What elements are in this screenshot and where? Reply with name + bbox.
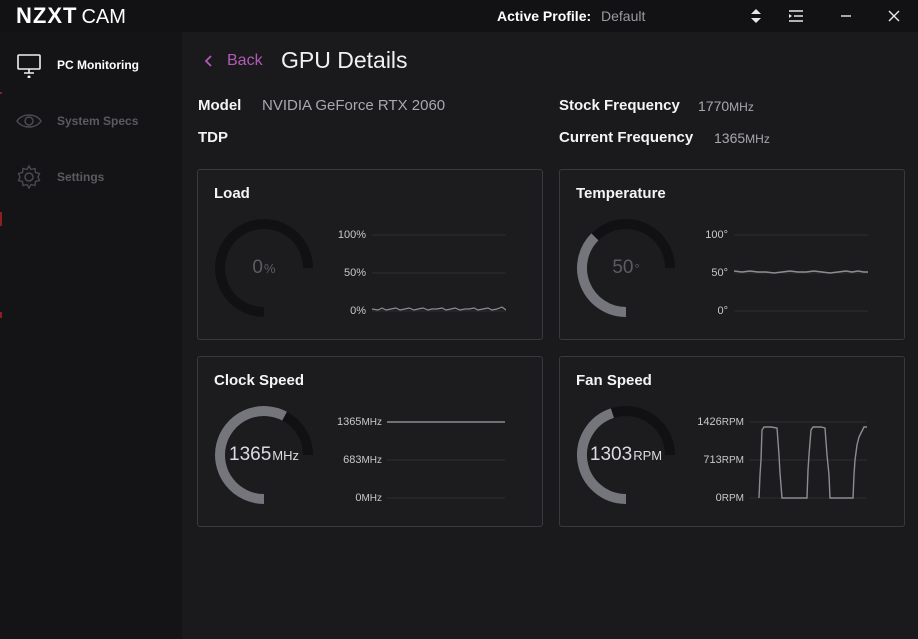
fan-speed-gauge-value: 1303 RPM — [589, 444, 663, 465]
minimize-icon[interactable] — [836, 0, 856, 32]
sidebar-item-label: Settings — [57, 170, 105, 184]
window-edge-mark — [0, 212, 2, 226]
clock-speed-card: Clock Speed 1365 MHz 1365MHz 683MHz 0MHz — [197, 356, 543, 527]
logo-main: NZXT — [16, 3, 78, 28]
close-icon[interactable] — [884, 0, 904, 32]
gear-icon — [17, 164, 41, 190]
back-label: Back — [227, 52, 263, 69]
load-card: Load 0% 100% 50% 0% — [197, 169, 543, 340]
temperature-history-chart — [734, 234, 868, 312]
model-value: NVIDIA GeForce RTX 2060 — [262, 97, 446, 114]
window-edge-mark — [0, 312, 2, 318]
eye-icon — [16, 114, 42, 128]
load-gauge-value: 0% — [252, 257, 276, 278]
sidebar-item-label: PC Monitoring — [57, 58, 139, 72]
back-button[interactable]: Back — [204, 52, 263, 70]
window-edge-mark — [0, 92, 2, 94]
axis-label-mid: 50° — [711, 267, 728, 279]
axis-label-mid: 683MHz — [343, 454, 382, 466]
sidebar-item-pc-monitoring[interactable]: PC Monitoring — [0, 45, 182, 85]
page-title: GPU Details — [281, 47, 408, 73]
active-profile-label: Active Profile: — [497, 8, 592, 24]
clock-speed-history-chart — [387, 421, 505, 499]
title-bar: NZXT CAM Active Profile: Default — [0, 0, 918, 32]
stock-frequency-label: Stock Frequency — [559, 97, 680, 114]
axis-label-mid: 50% — [343, 267, 366, 279]
menu-icon[interactable] — [786, 0, 806, 32]
fan-speed-history-chart — [749, 421, 867, 499]
temperature-gauge-value: 50 ° — [612, 257, 640, 278]
profile-toggle-icon[interactable] — [748, 0, 764, 32]
sidebar-item-system-specs[interactable]: System Specs — [0, 101, 182, 141]
axis-label-top: 1365MHz — [336, 416, 382, 428]
axis-label-top: 1426RPM — [697, 416, 744, 428]
tdp-label: TDP — [198, 129, 228, 146]
card-title: Temperature — [576, 185, 666, 202]
card-title: Clock Speed — [214, 372, 305, 389]
fan-speed-card: Fan Speed 1303 RPM 1426RPM 713RPM 0RPM — [559, 356, 905, 527]
sidebar-item-label: System Specs — [57, 114, 139, 128]
chevron-left-icon — [204, 55, 212, 67]
axis-label-bottom: 0° — [717, 305, 728, 317]
clock-speed-gauge-value: 1365 MHz — [229, 444, 299, 465]
temperature-card: Temperature 50 ° 100° 50° 0° — [559, 169, 905, 340]
axis-label-bottom: 0RPM — [715, 492, 744, 504]
axis-label-top: 100° — [705, 229, 728, 241]
axis-label-top: 100% — [337, 229, 366, 241]
logo-sub: CAM — [81, 6, 126, 28]
card-title: Fan Speed — [576, 372, 652, 389]
sidebar: PC Monitoring System Specs Settings — [0, 32, 182, 639]
sidebar-item-settings[interactable]: Settings — [0, 157, 182, 197]
current-frequency-label: Current Frequency — [559, 129, 694, 146]
load-history-chart — [372, 234, 506, 312]
axis-label-mid: 713RPM — [703, 454, 744, 466]
card-title: Load — [214, 185, 250, 202]
nzxt-logo: NZXT CAM — [16, 3, 126, 29]
axis-label-bottom: 0MHz — [355, 492, 382, 504]
monitor-icon — [17, 54, 41, 78]
stock-frequency-value: 1770MHz — [698, 98, 754, 114]
current-frequency-value: 1365MHz — [714, 130, 770, 146]
axis-label-bottom: 0% — [350, 305, 366, 317]
active-profile-dropdown[interactable]: Default — [601, 8, 645, 24]
model-label: Model — [198, 97, 242, 114]
